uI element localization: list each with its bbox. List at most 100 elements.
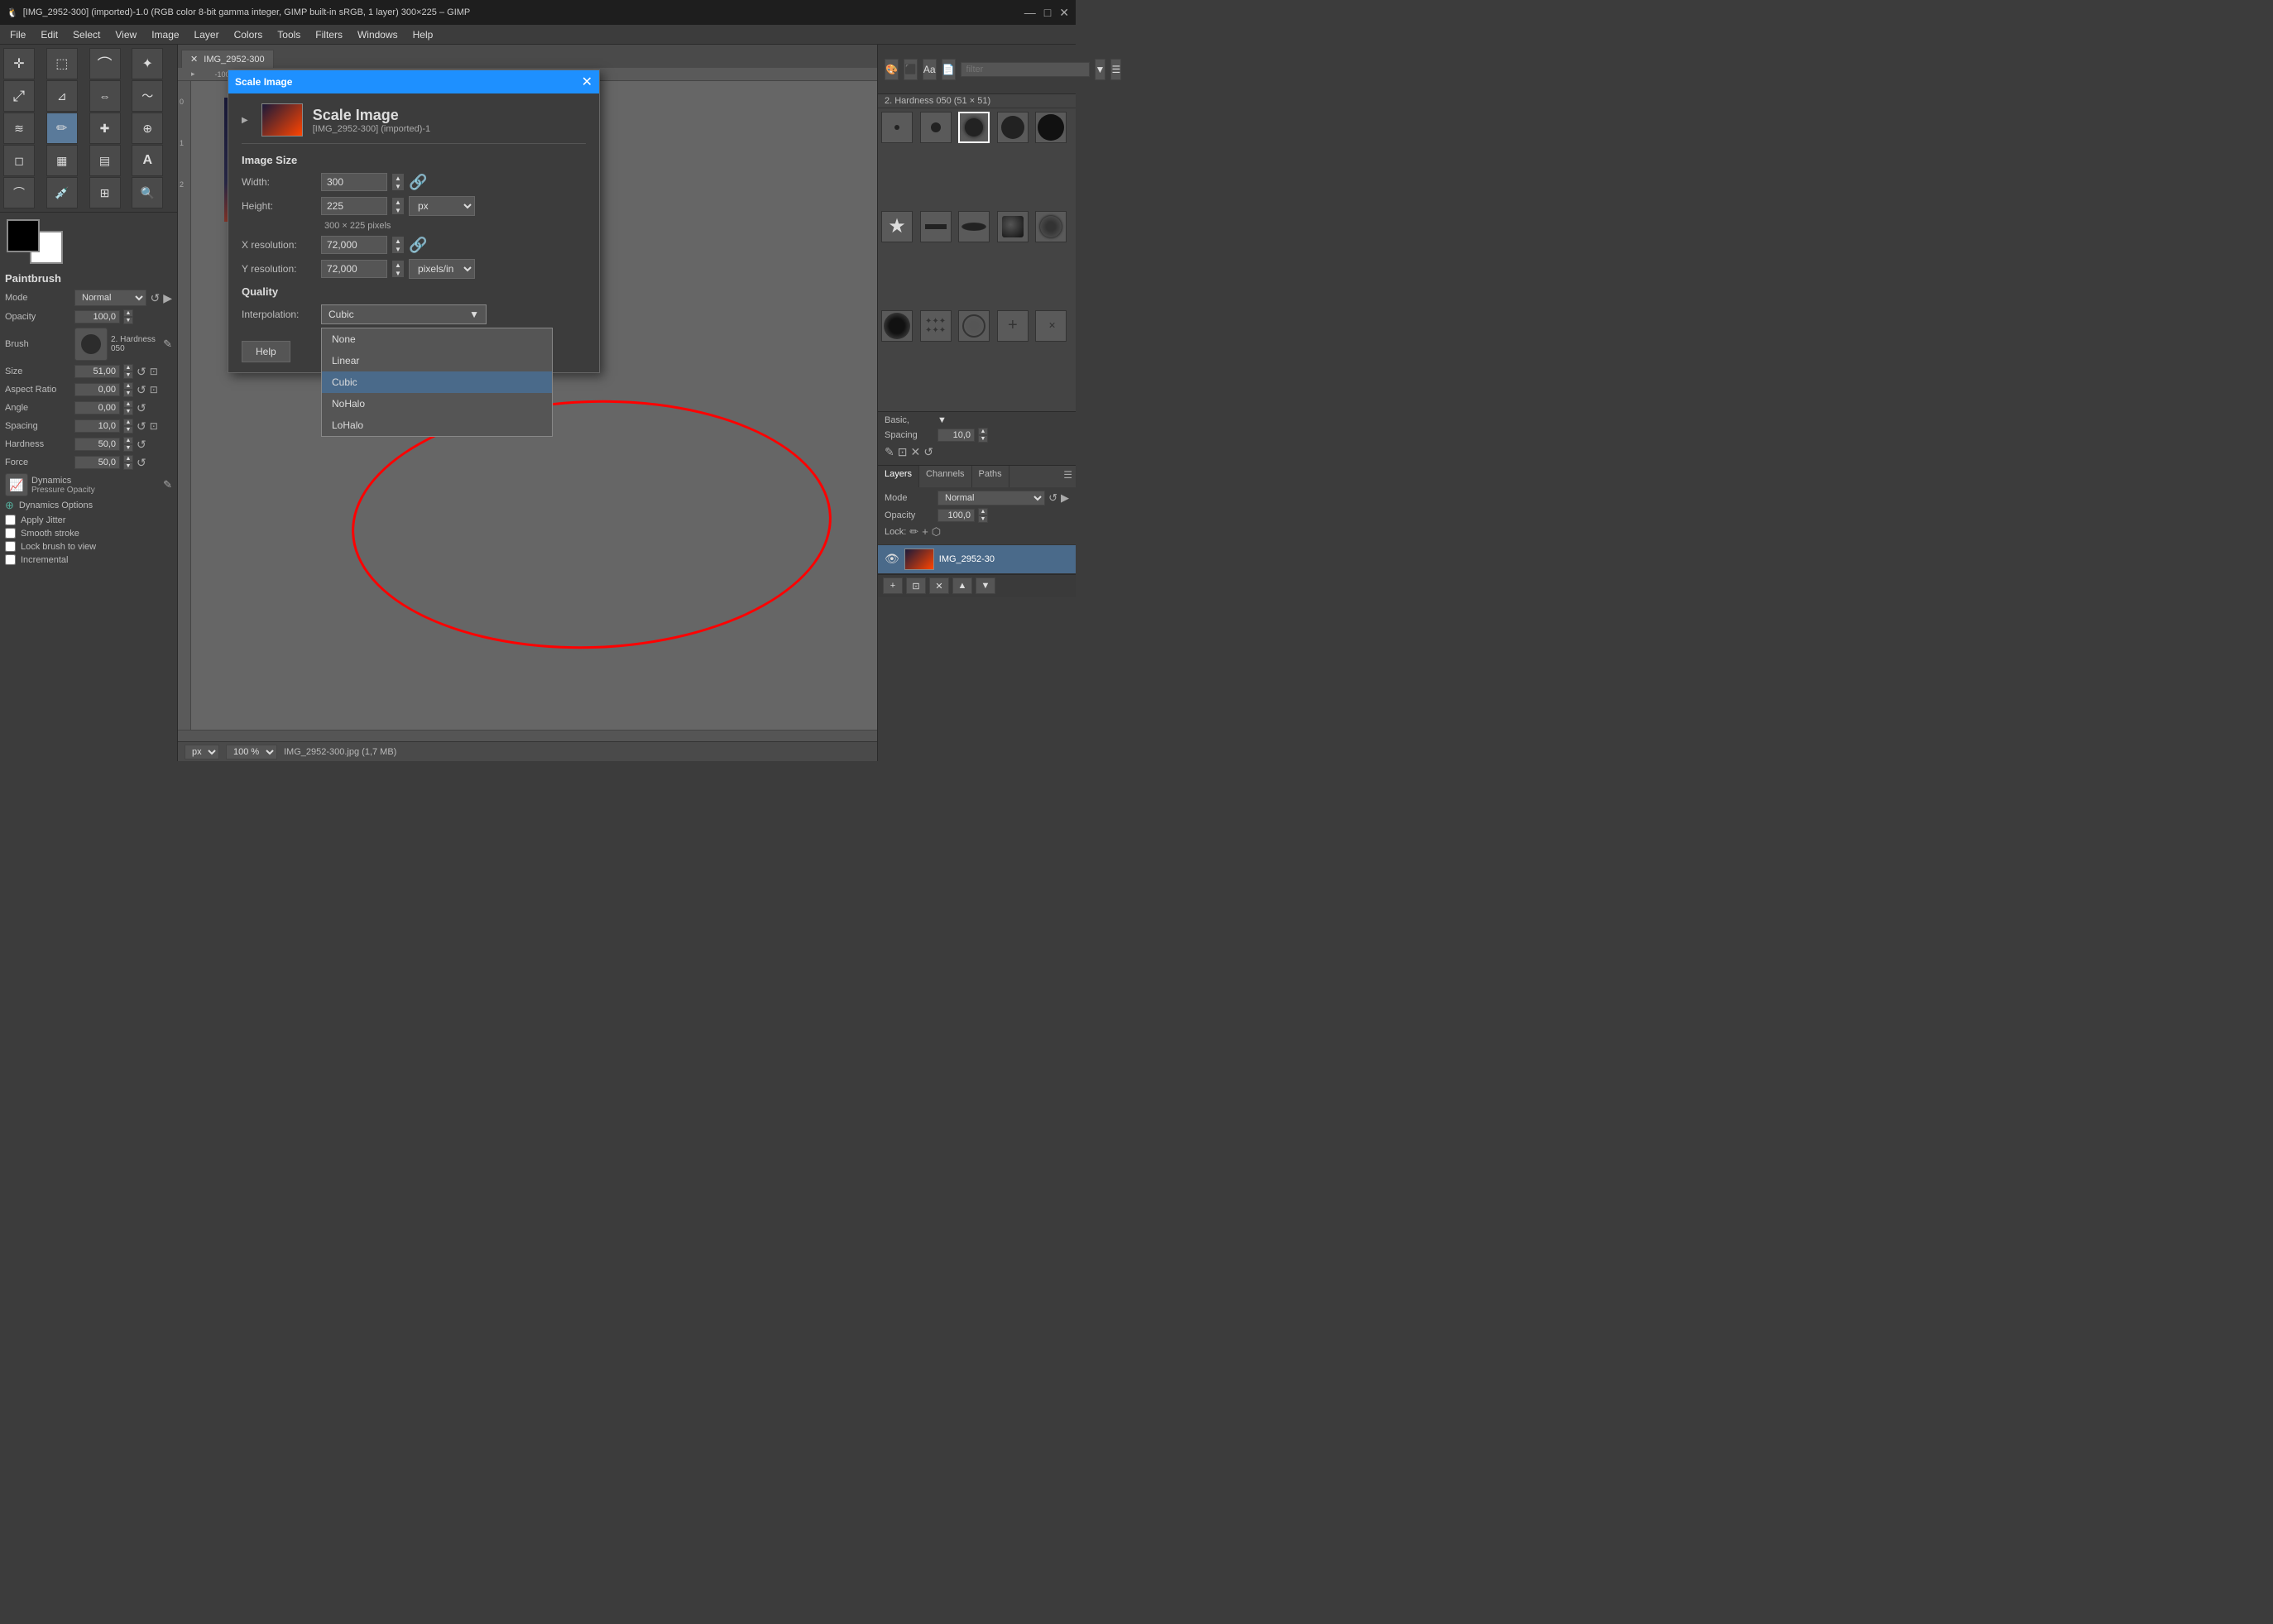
layers-opacity-up[interactable]: ▲ xyxy=(978,508,988,515)
brush-edit-pencil-icon[interactable]: ✎ xyxy=(885,445,894,459)
brush-thumb-7[interactable] xyxy=(920,211,952,242)
tool-clone[interactable]: ⊕ xyxy=(132,113,163,144)
brush-spacing-up[interactable]: ▲ xyxy=(978,428,988,435)
mode-extra-icon[interactable]: ▶ xyxy=(163,291,172,305)
hardness-reset-icon[interactable]: ↺ xyxy=(137,438,146,452)
layers-opacity-input[interactable]: 100,0 xyxy=(937,509,975,522)
width-down[interactable]: ▼ xyxy=(392,182,404,190)
tool-fuzzy-select[interactable]: ✦ xyxy=(132,48,163,79)
brush-refresh-icon[interactable]: ↺ xyxy=(923,445,933,459)
tool-flip[interactable]: ⇔ xyxy=(89,80,121,112)
height-down[interactable]: ▼ xyxy=(392,206,404,214)
xres-down[interactable]: ▼ xyxy=(392,245,404,253)
tool-eyedropper[interactable]: 💉 xyxy=(46,177,78,208)
brush-thumb-13[interactable] xyxy=(958,310,990,342)
tab-close-icon[interactable]: ✕ xyxy=(190,55,198,65)
menu-view[interactable]: View xyxy=(108,27,143,42)
opacity-input[interactable]: 100,0 xyxy=(74,310,120,323)
foreground-color[interactable] xyxy=(7,219,40,252)
brush-thumb-1[interactable] xyxy=(881,112,913,143)
tool-gradient[interactable]: ▤ xyxy=(89,145,121,176)
brush-thumb-11[interactable] xyxy=(881,310,913,342)
layer-visibility-icon[interactable]: 👁 xyxy=(885,552,899,566)
spacing-input[interactable]: 10,0 xyxy=(74,419,120,433)
layers-lock-move-icon[interactable]: + xyxy=(922,525,928,538)
menu-edit[interactable]: Edit xyxy=(34,27,65,42)
tool-perspective[interactable]: ⊿ xyxy=(46,80,78,112)
spacing-extra-icon[interactable]: ⊡ xyxy=(150,420,158,432)
height-up[interactable]: ▲ xyxy=(392,198,404,206)
tool-align[interactable]: ⊞ xyxy=(89,177,121,208)
dialog-collapse-icon[interactable]: ▶ xyxy=(242,116,248,125)
layers-mode-select[interactable]: Normal xyxy=(937,491,1045,505)
hardness-up[interactable]: ▲ xyxy=(123,437,133,444)
right-panel-menu-btn[interactable]: ☰ xyxy=(1110,59,1121,80)
size-up[interactable]: ▲ xyxy=(123,364,133,371)
tool-smudge[interactable]: ≋ xyxy=(3,113,35,144)
brush-filter-input[interactable] xyxy=(961,62,1090,77)
aspect-down[interactable]: ▼ xyxy=(123,390,133,397)
mode-reset-icon[interactable]: ↺ xyxy=(150,291,160,305)
tool-bucket[interactable]: ▦ xyxy=(46,145,78,176)
tool-paths[interactable]: ⌒ xyxy=(3,177,35,208)
brush-thumb-4[interactable] xyxy=(997,112,1029,143)
dynamics-options-toggle[interactable]: ⊕ xyxy=(5,499,14,512)
layers-opacity-down[interactable]: ▼ xyxy=(978,515,988,523)
brush-thumb-10[interactable] xyxy=(1035,211,1067,242)
tool-heal[interactable]: ✚ xyxy=(89,113,121,144)
tool-zoom[interactable]: 🔍 xyxy=(132,177,163,208)
canvas-tab[interactable]: ✕ IMG_2952-300 xyxy=(181,50,274,68)
preset-dropdown-btn[interactable]: ▼ xyxy=(937,415,947,425)
brush-thumb-3[interactable] xyxy=(958,112,990,143)
interp-option-nohalo[interactable]: NoHalo xyxy=(322,393,552,414)
help-button[interactable]: Help xyxy=(242,341,290,362)
brush-thumb-15[interactable]: + xyxy=(1035,310,1067,342)
res-unit-select[interactable]: pixels/in xyxy=(409,259,475,279)
menu-select[interactable]: Select xyxy=(66,27,107,42)
brush-thumb-9[interactable] xyxy=(997,211,1029,242)
incremental-checkbox[interactable] xyxy=(5,554,16,565)
tab-paths[interactable]: Paths xyxy=(972,466,1009,487)
h-scrollbar[interactable] xyxy=(178,730,877,741)
menu-file[interactable]: File xyxy=(3,27,32,42)
tab-layers[interactable]: Layers xyxy=(878,466,919,487)
brush-thumb-5[interactable] xyxy=(1035,112,1067,143)
unit-select[interactable]: px xyxy=(185,745,219,759)
brush-thumb-14[interactable]: + xyxy=(997,310,1029,342)
tool-warp[interactable]: 〜 xyxy=(132,80,163,112)
spacing-up[interactable]: ▲ xyxy=(123,419,133,426)
force-input[interactable]: 50,0 xyxy=(74,456,120,469)
aspect-extra-icon[interactable]: ⊡ xyxy=(150,384,158,395)
height-input[interactable]: 225 xyxy=(321,197,387,215)
angle-input[interactable]: 0,00 xyxy=(74,401,120,414)
layers-lock-paint-icon[interactable]: ✏ xyxy=(909,525,918,539)
brush-delete-icon[interactable]: ✕ xyxy=(910,445,920,459)
xres-yres-link-icon[interactable]: 🔗 xyxy=(409,237,427,254)
close-btn[interactable]: ✕ xyxy=(1059,6,1069,20)
layer-copy-btn[interactable]: ⊡ xyxy=(906,577,926,594)
brush-copy-icon[interactable]: ⊡ xyxy=(898,445,908,459)
brush-spacing-input[interactable]: 10,0 xyxy=(937,429,975,442)
layer-delete-btn[interactable]: ✕ xyxy=(929,577,949,594)
menu-layer[interactable]: Layer xyxy=(188,27,226,42)
tool-eraser[interactable]: ◻ xyxy=(3,145,35,176)
mode-select[interactable]: Normal xyxy=(74,290,146,306)
interp-option-cubic[interactable]: Cubic xyxy=(322,371,552,393)
layers-mode-extra[interactable]: ▶ xyxy=(1061,491,1069,505)
pattern-icon-btn[interactable]: ⬛ xyxy=(904,59,918,80)
tool-transform[interactable]: ⤢ xyxy=(3,80,35,112)
brush-thumb-6[interactable]: ★ xyxy=(881,211,913,242)
smooth-stroke-checkbox[interactable] xyxy=(5,528,16,539)
size-extra-icon[interactable]: ⊡ xyxy=(150,366,158,377)
color-swatch-icon-btn[interactable]: 🎨 xyxy=(885,59,899,80)
minimize-btn[interactable]: — xyxy=(1024,6,1036,20)
angle-up[interactable]: ▲ xyxy=(123,400,133,408)
layer-new-btn[interactable]: + xyxy=(883,577,903,594)
brush-edit-icon[interactable]: ✎ xyxy=(163,338,172,351)
aspect-input[interactable]: 0,00 xyxy=(74,383,120,396)
xres-up[interactable]: ▲ xyxy=(392,237,404,245)
hardness-down[interactable]: ▼ xyxy=(123,444,133,452)
menu-help[interactable]: Help xyxy=(406,27,440,42)
tool-paintbrush[interactable]: ✏ xyxy=(46,113,78,144)
layer-down-btn[interactable]: ▼ xyxy=(976,577,995,594)
